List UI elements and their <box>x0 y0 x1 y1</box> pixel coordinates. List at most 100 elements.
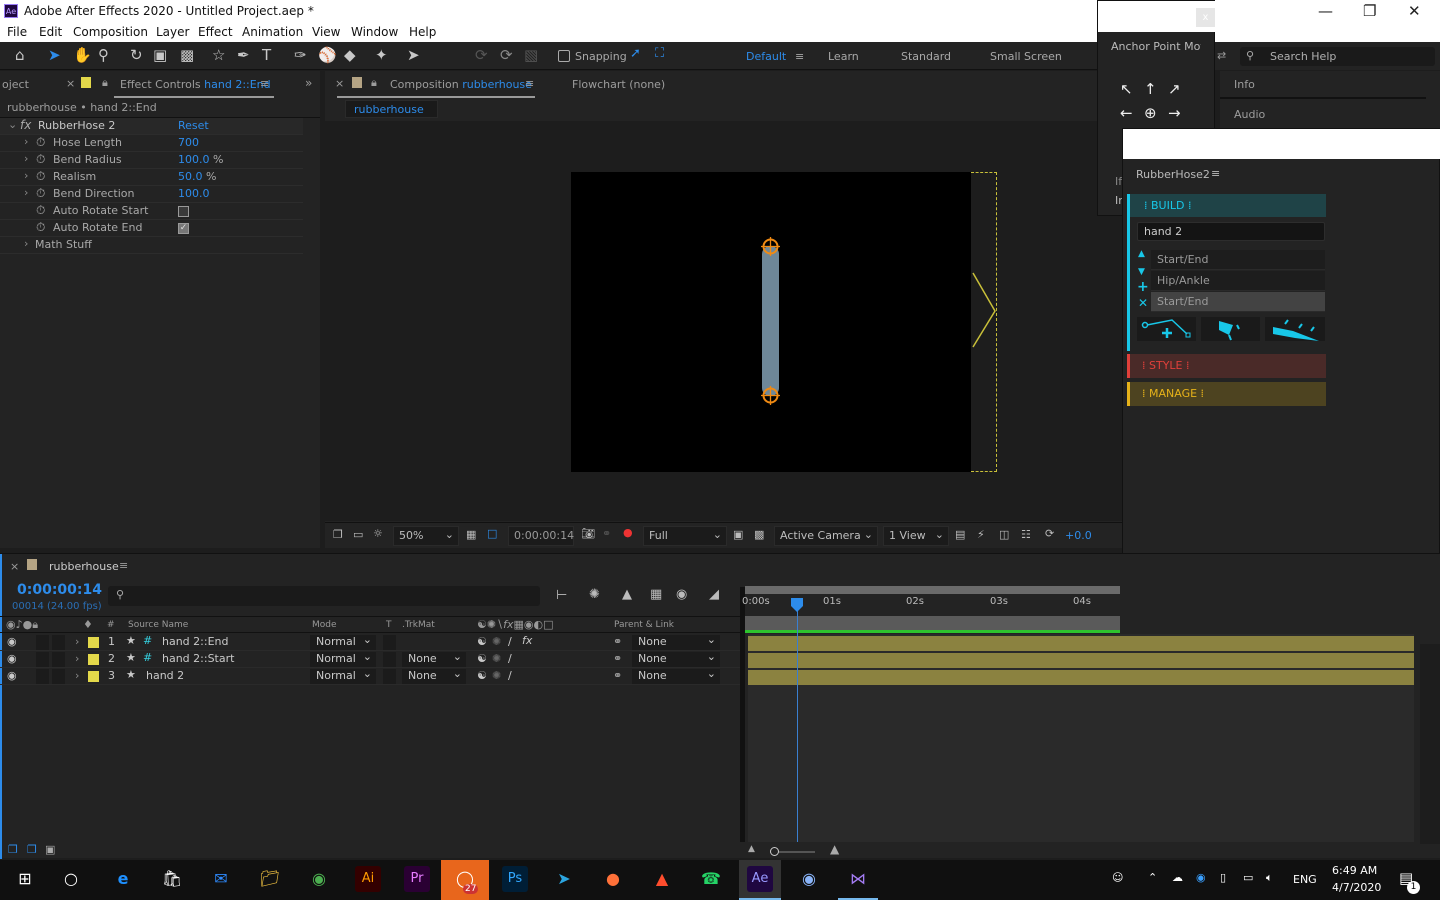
layer-name[interactable]: hand 2::End <box>162 635 228 648</box>
taskbar-app-active[interactable]: ◯ 27 <box>441 860 489 900</box>
battery-icon[interactable]: ▯ <box>1220 871 1226 884</box>
pickwhip-icon[interactable]: ⚭ <box>613 669 622 682</box>
viewer-canvas[interactable] <box>325 121 1122 521</box>
snap-edges-icon[interactable]: ➚ <box>630 46 641 61</box>
menu-effect[interactable]: Effect <box>198 25 233 39</box>
collapse-switch-icon[interactable]: ✺ <box>492 669 501 682</box>
effect-header-row[interactable]: ⌄ fx RubberHose 2 Reset <box>0 118 303 135</box>
stopwatch-icon[interactable]: ⏱︎ <box>36 169 45 184</box>
view-layout-dropdown[interactable]: 1 View ⌄ <box>883 526 949 546</box>
parent-dropdown[interactable]: None ⌄ <box>632 633 720 650</box>
delete-icon[interactable]: ✕ <box>1138 296 1148 310</box>
toggle-pixel-aspect-icon[interactable]: ▤ <box>955 528 965 541</box>
mode-dropdown[interactable]: Normal ⌄ <box>310 650 376 667</box>
pickwhip-icon[interactable]: ⚭ <box>613 635 622 648</box>
quality-switch-icon[interactable]: ∕ <box>508 669 512 682</box>
solo-toggle[interactable] <box>36 652 49 667</box>
mask-visibility-icon[interactable]: ☼ <box>373 527 383 540</box>
menu-layer[interactable]: Layer <box>156 25 189 39</box>
lock-toggle[interactable] <box>52 635 65 650</box>
minimize-button[interactable]: — <box>1318 2 1333 20</box>
timecode-field[interactable]: 0:00:00:14 <box>508 526 574 546</box>
clock-date[interactable]: 4/7/2020 <box>1332 881 1381 894</box>
quality-switch-icon[interactable]: ∕ <box>508 635 512 648</box>
stopwatch-icon[interactable]: ⏱︎ <box>36 203 45 218</box>
search-help-input[interactable]: ⚲ Search Help <box>1240 47 1435 66</box>
firefox-icon[interactable]: ● <box>600 866 626 892</box>
eye-icon[interactable]: ◉ <box>7 669 17 682</box>
shy-switch-icon[interactable]: ☯ <box>477 635 487 648</box>
telegram-icon[interactable]: ➤ <box>551 866 577 892</box>
zoom-out-icon[interactable]: ▲ <box>748 844 755 854</box>
preserve-transparency-toggle[interactable] <box>383 652 396 667</box>
transparency-grid-icon[interactable]: ▩ <box>754 528 764 541</box>
search-icon[interactable]: ○ <box>58 866 84 892</box>
panel-menu-icon[interactable]: ≡ <box>1211 167 1220 180</box>
shape-tool-icon[interactable]: ☆ <box>212 46 225 64</box>
volume-icon[interactable]: 🔈︎ <box>1266 871 1273 885</box>
panel-menu-icon[interactable]: ≡ <box>119 559 128 572</box>
network-icon[interactable]: ▭ <box>1243 871 1253 884</box>
pickwhip-icon[interactable]: ⚭ <box>613 652 622 665</box>
zoom-dropdown[interactable]: 50% ⌄ <box>393 526 459 546</box>
auto-rig-button[interactable] <box>1265 317 1325 341</box>
mode-dropdown[interactable]: Normal ⌄ <box>310 633 376 650</box>
pan-behind-tool-icon[interactable]: ▩ <box>180 46 194 64</box>
anchor-left-icon[interactable]: ← <box>1120 104 1133 122</box>
param-value[interactable]: 100.0 % <box>178 153 223 166</box>
expand-chevron-icon[interactable]: › <box>75 669 79 682</box>
layer-bar[interactable] <box>748 653 1414 668</box>
layer-name[interactable]: hand 2 <box>146 669 184 682</box>
current-time[interactable]: 0:00:00:14 <box>17 582 102 598</box>
rubberhose-limb[interactable] <box>762 246 779 396</box>
group-row[interactable]: › Math Stuff <box>0 237 303 254</box>
shy-switch-icon[interactable]: ☯ <box>477 669 487 682</box>
axis-world-icon[interactable]: ⟳ <box>500 46 513 64</box>
checkbox-row[interactable]: ⏱︎ Auto Rotate End ✓ <box>0 220 303 237</box>
close-tab-icon[interactable]: × <box>10 560 19 573</box>
label-color[interactable] <box>88 671 99 682</box>
solo-toggle[interactable] <box>36 635 49 650</box>
reset-link[interactable]: Reset <box>178 119 209 132</box>
comp-navigator-tab[interactable]: rubberhouse <box>345 100 438 118</box>
rotate-tool-icon[interactable]: ↻ <box>130 46 143 64</box>
layer-bar[interactable] <box>748 670 1414 685</box>
auto-rotate-start-checkbox[interactable] <box>178 206 189 217</box>
timeline-tab[interactable]: rubberhouse <box>49 560 119 573</box>
trkmat-dropdown[interactable]: None ⌄ <box>402 667 466 684</box>
anchor-right-icon[interactable]: → <box>1168 104 1181 122</box>
menu-window[interactable]: Window <box>351 25 398 39</box>
composition-tab[interactable]: Composition rubberhouse <box>390 78 532 91</box>
toggle-render-time-icon[interactable]: ▣ <box>45 843 55 856</box>
param-row[interactable]: › ⏱︎ Realism 50.0 % <box>0 169 303 186</box>
expand-chevron-icon[interactable]: › <box>24 237 28 250</box>
auto-rotate-end-checkbox[interactable]: ✓ <box>178 223 189 234</box>
motion-blur-icon[interactable]: ◉ <box>676 587 687 602</box>
brush-tool-icon[interactable]: ✑ <box>294 46 307 64</box>
camera-dropdown[interactable]: Active Camera ⌄ <box>774 526 878 546</box>
parent-dropdown[interactable]: None ⌄ <box>632 650 720 667</box>
snapping-checkbox[interactable] <box>558 50 570 62</box>
zoom-tool-icon[interactable]: ⚲ <box>98 46 109 64</box>
toggle-mask-icon[interactable]: □ <box>487 527 497 540</box>
param-value[interactable]: 100.0 <box>178 187 210 200</box>
region-of-interest-icon[interactable]: ▣ <box>733 528 743 541</box>
timeline-scrollbar[interactable] <box>1420 644 1440 844</box>
workspace-overflow-icon[interactable]: ⇄ <box>1217 49 1226 62</box>
menu-animation[interactable]: Animation <box>242 25 303 39</box>
chrome-icon[interactable]: ◉ <box>306 866 332 892</box>
home-icon[interactable]: ⌂ <box>15 46 25 64</box>
shy-switch-icon[interactable]: ☯ <box>477 652 487 665</box>
collapse-chevron-icon[interactable]: ⌄ <box>8 118 17 131</box>
layer-bar[interactable] <box>748 636 1414 651</box>
zoom-in-icon[interactable]: ▲ <box>830 842 839 856</box>
stopwatch-icon[interactable]: ⏱︎ <box>36 220 45 235</box>
comp-mini-flowchart-icon[interactable]: ⊢ <box>556 588 567 603</box>
language-indicator[interactable]: ENG <box>1293 873 1317 886</box>
safe-zones-icon[interactable]: ▦ <box>466 528 476 541</box>
resolution-dropdown[interactable]: Full ⌄ <box>643 526 727 546</box>
menu-edit[interactable]: Edit <box>39 25 62 39</box>
fx-icon[interactable]: fx <box>20 118 31 132</box>
lock-toggle[interactable] <box>52 652 65 667</box>
channel-icon[interactable]: ● <box>623 526 633 539</box>
